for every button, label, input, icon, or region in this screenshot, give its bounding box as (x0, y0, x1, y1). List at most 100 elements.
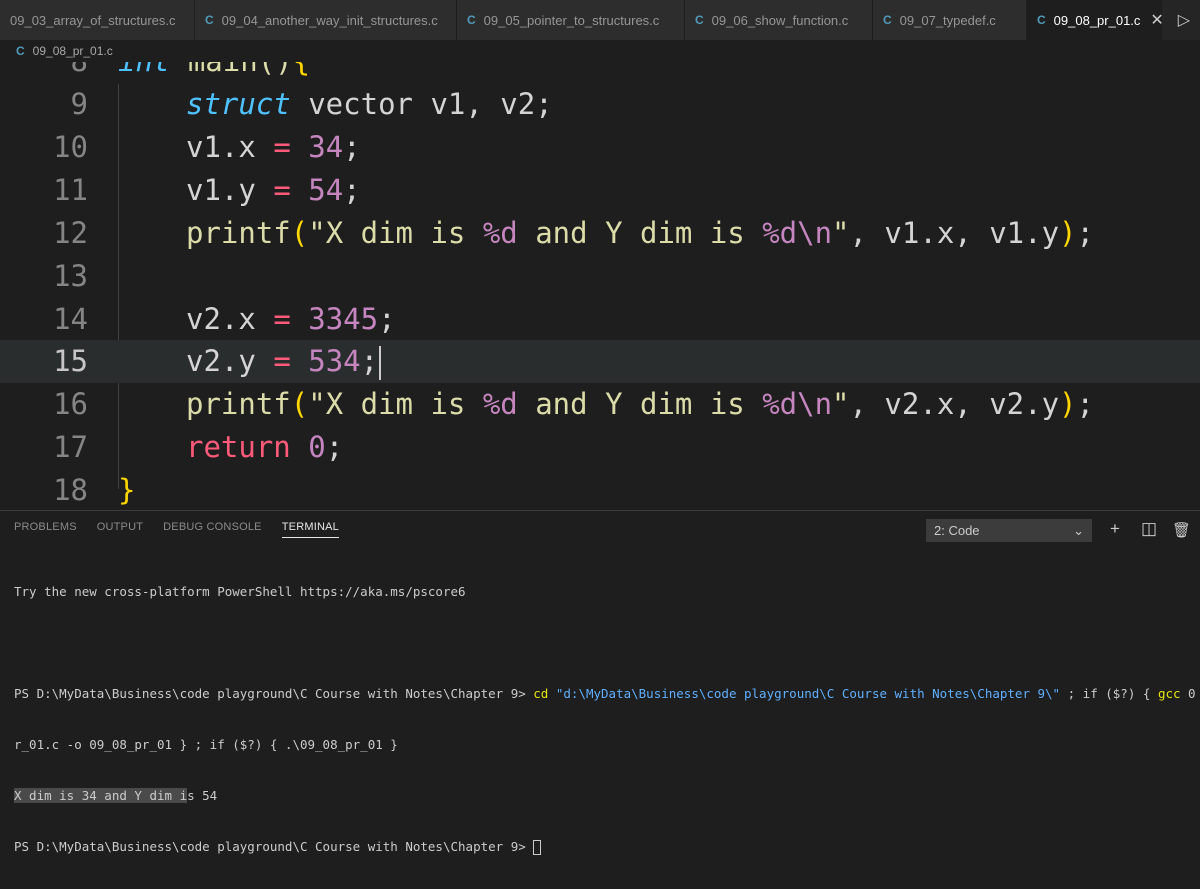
semicolon: ; (1076, 387, 1094, 421)
panel-tabs: PROBLEMS OUTPUT DEBUG CONSOLE TERMINAL (14, 521, 339, 538)
semicolon: ; (325, 430, 344, 464)
trash-icon[interactable]: 🗑 (1172, 521, 1191, 539)
number: 54 (290, 173, 344, 207)
command-text: 0 (1180, 686, 1196, 701)
code-line-13: 13 (0, 255, 1200, 298)
c-file-icon: C (205, 13, 214, 27)
operator: = (273, 173, 291, 207)
code-line-14: 14 v2.x = 3345; (0, 298, 1200, 341)
function-name: printf (186, 387, 291, 421)
function-name: main() (170, 62, 293, 78)
line-number: 11 (53, 173, 88, 207)
add-terminal-icon[interactable]: + (1110, 519, 1120, 539)
code-line-15-current: 15 v2.y = 534; (0, 340, 1200, 383)
tab-debug-console[interactable]: DEBUG CONSOLE (163, 521, 262, 538)
c-file-icon: C (1037, 13, 1046, 27)
tab-output[interactable]: OUTPUT (97, 521, 143, 538)
selected-output: X dim is 34 and Y dim i (14, 788, 188, 803)
close-icon[interactable]: ✕ (1150, 10, 1163, 30)
terminal-line: X dim is 34 and Y dim is 54 (14, 787, 1196, 804)
keyword: struct (186, 87, 291, 121)
tab-09-06[interactable]: C 09_06_show_function.c (685, 0, 873, 40)
semicolon: ; (360, 344, 379, 378)
paren: ) (1059, 216, 1077, 250)
number: 34 (290, 130, 344, 164)
run-icon[interactable]: ▷ (1178, 10, 1190, 30)
prompt: PS D:\MyData\Business\code playground\C … (14, 686, 534, 701)
tab-09-07[interactable]: C 09_07_typedef.c (873, 0, 1027, 40)
terminal-select-value: 2: Code (934, 523, 980, 538)
code-line-8: 8 int main(){ (0, 62, 1200, 83)
code-line-10: 10 v1.x = 34; (0, 126, 1200, 169)
code-editor[interactable]: 8 int main(){ 9 struct vector v1, v2; 10… (0, 62, 1200, 510)
semicolon: ; (378, 302, 396, 336)
line-number: 13 (53, 259, 88, 293)
tab-09-08-active[interactable]: C 09_08_pr_01.c ✕ (1027, 0, 1164, 40)
code-line-16: 16 printf("X dim is %d and Y dim is %d\n… (0, 383, 1200, 426)
terminal-cursor (533, 840, 542, 855)
format-specifier: %d\n (762, 216, 833, 250)
breadcrumb: C 09_08_pr_01.c (0, 40, 1200, 62)
keyword: int (118, 62, 170, 78)
format-specifier: %d\n (762, 387, 833, 421)
tab-label: 09_08_pr_01.c (1053, 12, 1141, 28)
brace: } (118, 473, 136, 507)
tab-09-03[interactable]: 09_03_array_of_structures.c (0, 0, 195, 40)
string: "X dim is (308, 216, 483, 250)
tab-label: 09_05_pointer_to_structures.c (483, 12, 660, 28)
line-number: 17 (53, 430, 88, 464)
code-text: v2.x (186, 302, 274, 336)
code-text: , v2.x, v2.y (849, 387, 1060, 421)
split-terminal-icon[interactable]: ◫ (1141, 519, 1157, 539)
output-text: s 54 (187, 788, 218, 803)
tab-09-04[interactable]: C 09_04_another_way_init_structures.c (195, 0, 457, 40)
tab-problems[interactable]: PROBLEMS (14, 521, 77, 538)
operator: = (273, 130, 291, 164)
text-cursor (379, 346, 382, 380)
command: cd (533, 686, 549, 701)
line-number: 10 (53, 130, 88, 164)
command: gcc (1157, 686, 1181, 701)
terminal-select[interactable]: 2: Code ⌄ (926, 519, 1092, 542)
number: 0 (290, 430, 326, 464)
c-file-icon: C (883, 13, 892, 27)
tab-terminal[interactable]: TERMINAL (281, 521, 339, 538)
code-text: v1.y (186, 173, 274, 207)
bottom-panel: PROBLEMS OUTPUT DEBUG CONSOLE TERMINAL 2… (0, 510, 1200, 855)
terminal-line: r_01.c -o 09_08_pr_01 } ; if ($?) { .\09… (14, 737, 398, 752)
brace: { (293, 62, 310, 78)
code-text: , v1.x, v1.y (849, 216, 1060, 250)
line-number: 18 (53, 473, 88, 507)
terminal-line: PS D:\MyData\Business\code playground\C … (14, 838, 1196, 855)
string: and Y dim is (517, 387, 763, 421)
line-number: 14 (53, 302, 88, 336)
tab-label: 09_03_array_of_structures.c (10, 12, 176, 28)
function-name: printf (186, 216, 291, 250)
terminal-line: Try the new cross-platform PowerShell ht… (14, 584, 466, 599)
c-file-icon: C (16, 44, 25, 58)
tab-label: 09_04_another_way_init_structures.c (221, 12, 438, 28)
string: " (832, 216, 850, 250)
code-text: v1.x (186, 130, 274, 164)
number: 534 (290, 344, 361, 378)
c-file-icon: C (467, 13, 476, 27)
tab-09-05[interactable]: C 09_05_pointer_to_structures.c (457, 0, 685, 40)
line-number: 15 (53, 344, 88, 378)
code-line-11: 11 v1.y = 54; (0, 169, 1200, 212)
operator: = (273, 302, 291, 336)
string: "X dim is (308, 387, 483, 421)
tab-label: 09_07_typedef.c (899, 12, 996, 28)
code-line-12: 12 printf("X dim is %d and Y dim is %d\n… (0, 212, 1200, 255)
command-text: ; if ($?) { (1060, 686, 1158, 701)
number: 3345 (290, 302, 379, 336)
semicolon: ; (1076, 216, 1094, 250)
line-number: 9 (70, 87, 88, 121)
operator: = (273, 344, 291, 378)
breadcrumb-file[interactable]: 09_08_pr_01.c (33, 44, 113, 58)
semicolon: ; (343, 130, 361, 164)
keyword: return (186, 430, 291, 464)
path-string: "d:\MyData\Business\code playground\C Co… (548, 686, 1061, 701)
paren: ) (1059, 387, 1077, 421)
terminal-output[interactable]: Try the new cross-platform PowerShell ht… (14, 549, 1196, 889)
code-text: v2.y (186, 344, 274, 378)
